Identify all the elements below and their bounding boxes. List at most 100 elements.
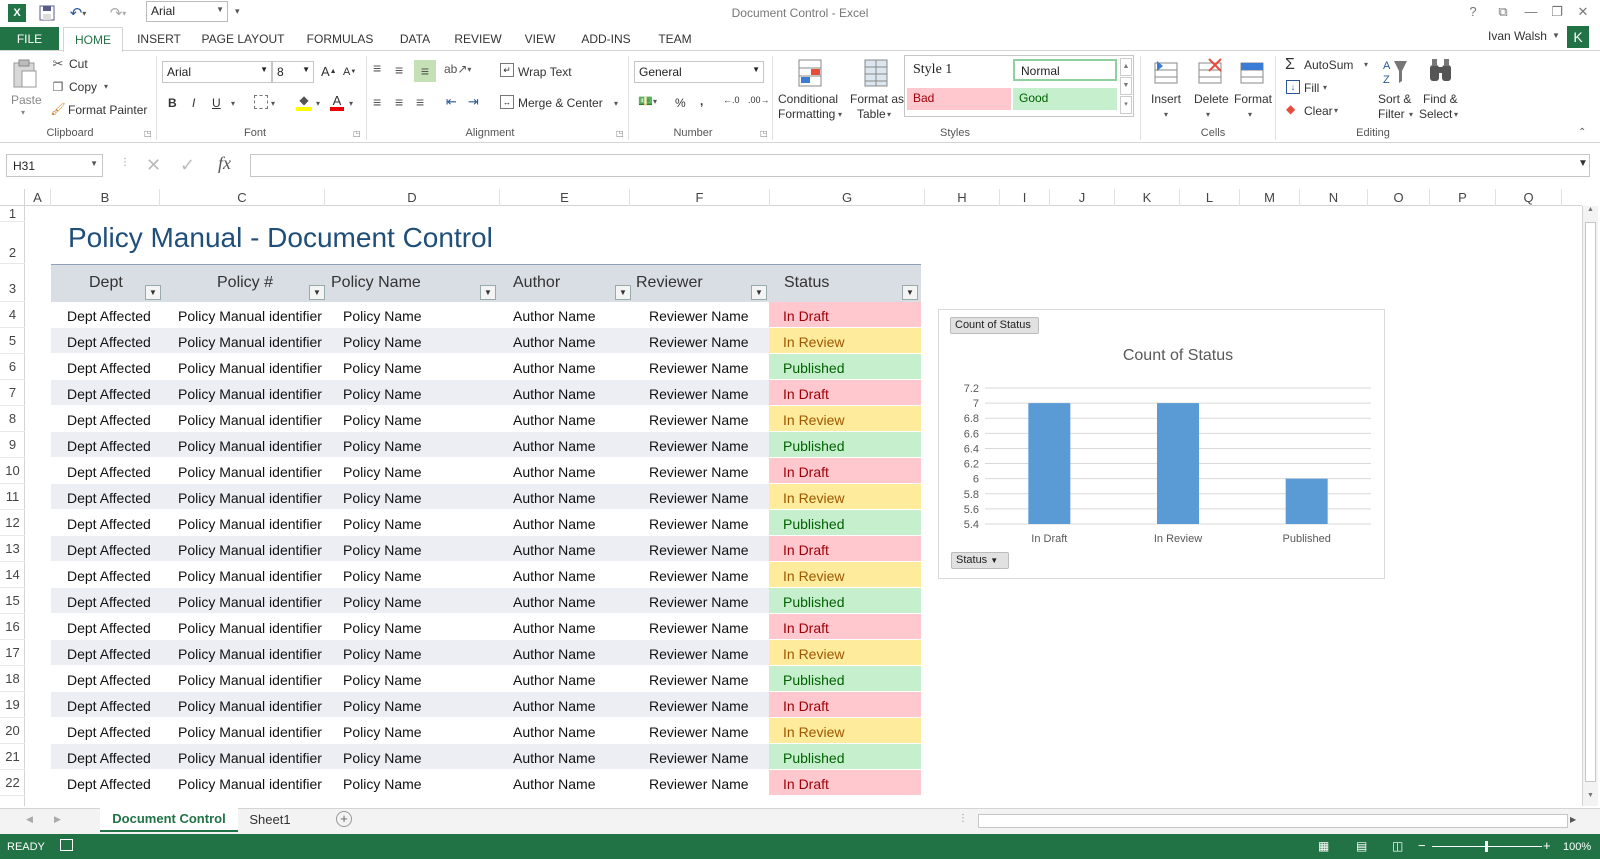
cell-status[interactable]: Published (769, 744, 921, 769)
row-header-4[interactable]: 4 (0, 302, 25, 328)
count-of-status-chart[interactable]: Count of Status 5.4 5.6 5.8 6 6.2 6.4 6.6 6.8 7 7.… (938, 309, 1385, 579)
horizontal-scrollbar[interactable] (978, 814, 1568, 828)
cell-reviewer[interactable]: Reviewer Name (649, 386, 749, 402)
copy-dropdown-icon[interactable]: ▾ (104, 82, 108, 91)
cell-policy-name[interactable]: Policy Name (343, 412, 422, 428)
cell-policy-number[interactable]: Policy Manual identifier (178, 620, 322, 636)
insert-function-icon[interactable]: fx (218, 153, 231, 174)
merge-dropdown-icon[interactable]: ▾ (614, 99, 618, 108)
formula-input[interactable] (250, 154, 1590, 177)
cell-policy-number[interactable]: Policy Manual identifier (178, 334, 322, 350)
cell-policy-name[interactable]: Policy Name (343, 776, 422, 792)
chart-value-field-button[interactable]: Count of Status (950, 317, 1039, 334)
borders-dropdown-icon[interactable]: ▾ (271, 99, 275, 108)
cell-policy-number[interactable]: Policy Manual identifier (178, 568, 322, 584)
cell-dept[interactable]: Dept Affected (67, 464, 151, 480)
cell-policy-number[interactable]: Policy Manual identifier (178, 542, 322, 558)
policy-number-filter-icon[interactable]: ▼ (309, 285, 325, 300)
help-icon[interactable]: ? (1462, 4, 1484, 22)
sort-filter-label-2[interactable]: Filter (1378, 107, 1405, 121)
undo-icon[interactable]: ↶ ▾ (66, 4, 90, 22)
sheet-title[interactable]: Policy Manual - Document Control (68, 222, 493, 254)
column-header-e[interactable]: E (500, 189, 630, 206)
cell-policy-name[interactable]: Policy Name (343, 308, 422, 324)
cell-reviewer[interactable]: Reviewer Name (649, 438, 749, 454)
cell-policy-number[interactable]: Policy Manual identifier (178, 386, 322, 402)
tab-split-grip-icon[interactable]: ⋮ (958, 813, 968, 824)
cell-reviewer[interactable]: Reviewer Name (649, 724, 749, 740)
cell-policy-number[interactable]: Policy Manual identifier (178, 412, 322, 428)
cell-status[interactable]: Published (769, 432, 921, 457)
cell-dept[interactable]: Dept Affected (67, 776, 151, 792)
page-break-view-icon[interactable]: ◫ (1392, 839, 1403, 853)
find-select-icon[interactable] (1426, 56, 1456, 88)
user-menu-chevron-icon[interactable]: ▼ (1552, 31, 1560, 40)
cell-policy-name[interactable]: Policy Name (343, 360, 422, 376)
row-header-6[interactable]: 6 (0, 354, 25, 380)
format-as-table-dropdown-icon[interactable]: ▾ (887, 110, 891, 119)
name-box[interactable]: H31 ▼ (6, 154, 103, 177)
column-header-c[interactable]: C (160, 189, 325, 206)
cell-reviewer[interactable]: Reviewer Name (649, 750, 749, 766)
increase-indent-icon[interactable]: ⇥ (468, 94, 479, 110)
cell-policy-name[interactable]: Policy Name (343, 464, 422, 480)
format-as-table-button[interactable]: Format as (850, 92, 904, 106)
accounting-format-icon[interactable]: 💵 ▾ (638, 94, 657, 108)
conditional-formatting-dropdown-icon[interactable]: ▾ (838, 110, 842, 119)
decrease-decimal-icon[interactable]: .00→ (748, 95, 770, 105)
fill-color-dropdown-icon[interactable]: ▾ (316, 99, 320, 108)
cell-status[interactable]: Published (769, 666, 921, 691)
cell-status[interactable]: Published (769, 354, 921, 379)
orientation-icon[interactable]: ab↗ ▾ (444, 62, 471, 76)
chart-axis-field-button[interactable]: Status ▼ (951, 552, 1009, 569)
sort-filter-icon[interactable]: AZ (1380, 56, 1410, 88)
confirm-entry-icon[interactable]: ✓ (180, 155, 195, 176)
column-header-g[interactable]: G (770, 189, 925, 206)
tab-add-ins[interactable]: ADD-INS (576, 27, 636, 51)
cell-author[interactable]: Author Name (513, 724, 595, 740)
reviewer-filter-icon[interactable]: ▼ (751, 285, 767, 300)
cell-reviewer[interactable]: Reviewer Name (649, 464, 749, 480)
cell-policy-number[interactable]: Policy Manual identifier (178, 438, 322, 454)
format-dropdown-icon[interactable]: ▾ (1248, 110, 1252, 119)
cell-dept[interactable]: Dept Affected (67, 620, 151, 636)
font-color-dropdown-icon[interactable]: ▾ (349, 99, 353, 108)
clipboard-launcher-icon[interactable]: ◳ (144, 129, 152, 138)
cell-policy-number[interactable]: Policy Manual identifier (178, 516, 322, 532)
cell-policy-number[interactable]: Policy Manual identifier (178, 360, 322, 376)
cell-policy-number[interactable]: Policy Manual identifier (178, 594, 322, 610)
header-author[interactable]: Author (513, 274, 560, 292)
insert-cells-button[interactable]: Insert (1151, 92, 1181, 106)
increase-decimal-icon[interactable]: ←.0 (723, 95, 740, 105)
column-header-f[interactable]: F (630, 189, 770, 206)
font-name-select[interactable]: Arial ▼ (162, 61, 272, 83)
cell-author[interactable]: Author Name (513, 646, 595, 662)
cell-policy-name[interactable]: Policy Name (343, 542, 422, 558)
expand-formula-bar-icon[interactable]: ▼ (1578, 158, 1588, 169)
alignment-launcher-icon[interactable]: ◳ (616, 129, 624, 138)
ribbon-display-icon[interactable]: ⧉ (1492, 4, 1514, 22)
italic-button[interactable]: I (192, 96, 195, 110)
format-as-table-icon[interactable] (862, 57, 892, 89)
find-select-button[interactable]: Find & (1423, 92, 1458, 106)
column-header-o[interactable]: O (1368, 189, 1430, 206)
row-header-2[interactable]: 2 (0, 222, 25, 264)
cell-author[interactable]: Author Name (513, 672, 595, 688)
bold-button[interactable]: B (168, 96, 177, 110)
row-header-20[interactable]: 20 (0, 718, 25, 744)
row-header-9[interactable]: 9 (0, 432, 25, 458)
cell-policy-name[interactable]: Policy Name (343, 646, 422, 662)
cell-reviewer[interactable]: Reviewer Name (649, 490, 749, 506)
cell-status[interactable]: Published (769, 510, 921, 535)
paste-dropdown-icon[interactable]: ▾ (21, 108, 25, 117)
cell-reviewer[interactable]: Reviewer Name (649, 516, 749, 532)
cell-policy-name[interactable]: Policy Name (343, 750, 422, 766)
cell-status[interactable]: In Review (769, 640, 921, 665)
format-as-table-label-2[interactable]: Table (857, 107, 886, 121)
tab-team[interactable]: TEAM (650, 27, 700, 51)
cut-button[interactable]: Cut (69, 57, 88, 71)
cell-policy-name[interactable]: Policy Name (343, 698, 422, 714)
percent-button[interactable]: % (675, 96, 686, 110)
cell-dept[interactable]: Dept Affected (67, 568, 151, 584)
align-middle-icon[interactable]: ≡ (395, 62, 403, 78)
